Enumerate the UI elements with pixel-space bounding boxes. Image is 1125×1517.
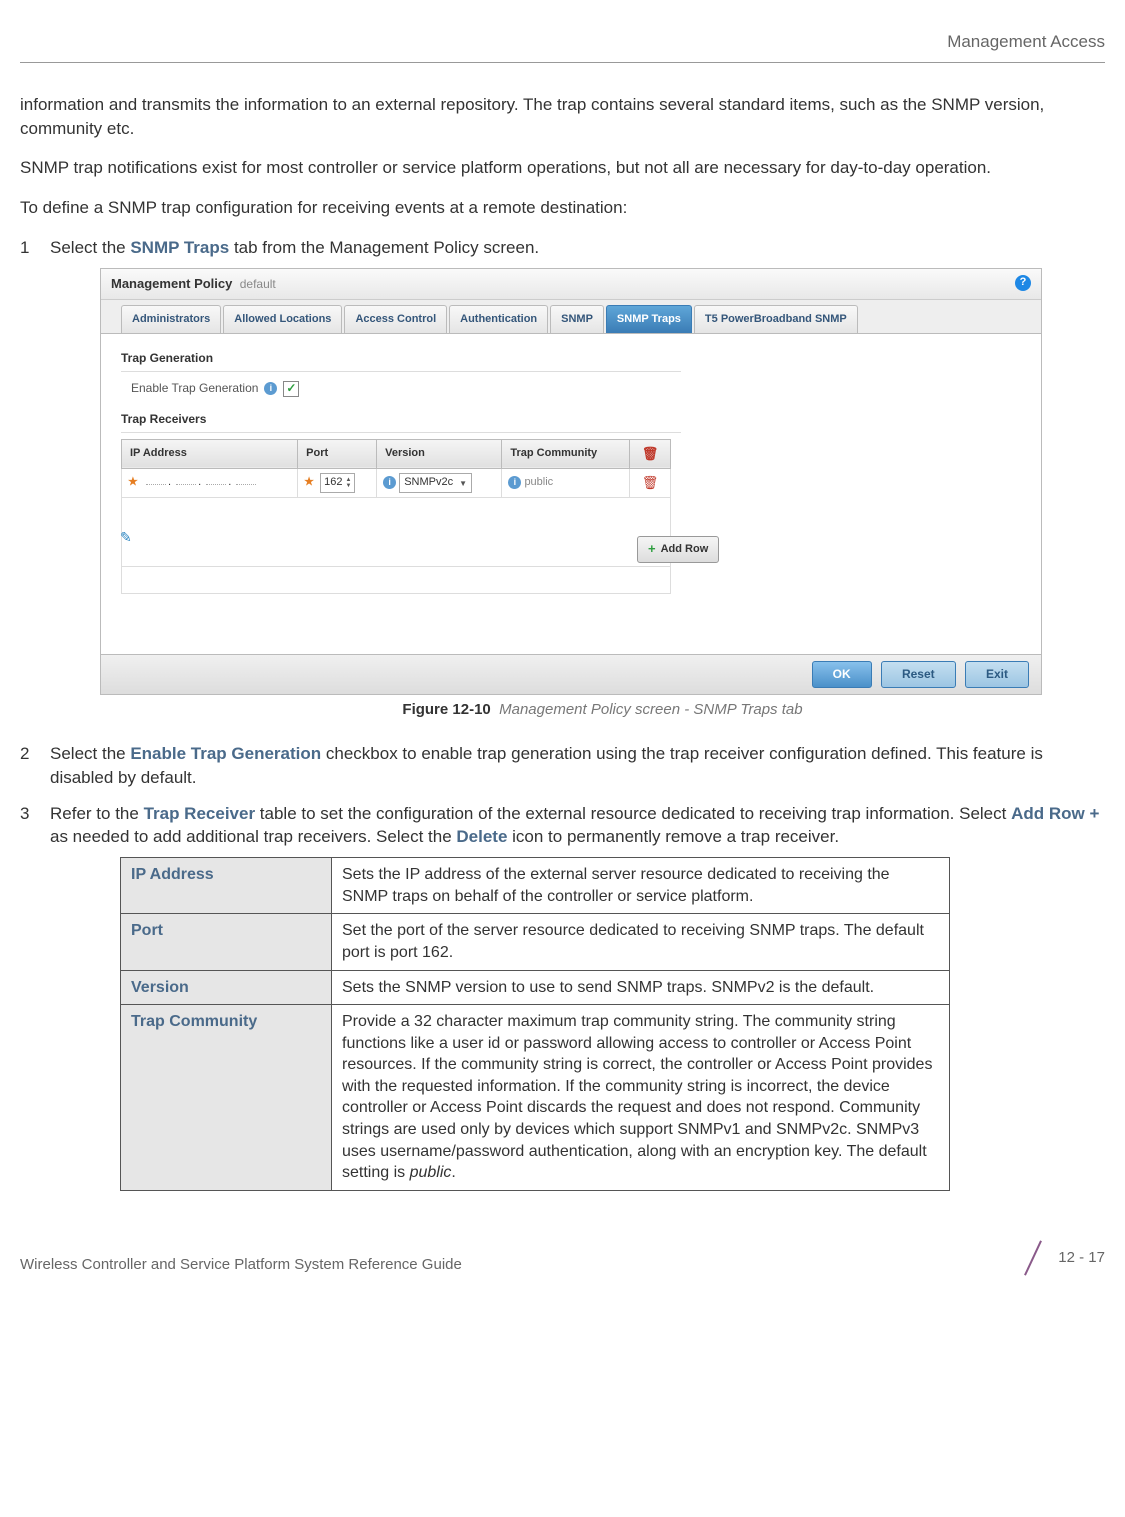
step-3-bold-3: Delete (456, 827, 507, 846)
tab-snmp-traps[interactable]: SNMP Traps (606, 305, 692, 333)
col-version[interactable]: Version (377, 439, 502, 468)
exit-button[interactable]: Exit (965, 661, 1029, 688)
reset-button[interactable]: Reset (881, 661, 956, 688)
param-community-desc: Provide a 32 character maximum trap comm… (332, 1005, 950, 1191)
step-1-bold: SNMP Traps (130, 238, 229, 257)
ip-octet-4[interactable] (236, 484, 256, 485)
tab-allowed-locations[interactable]: Allowed Locations (223, 305, 342, 333)
table-row[interactable]: ★ . . . ★ 162▲▼ i SNMPv2c (122, 469, 671, 498)
enable-trap-label: Enable Trap Generation (131, 380, 258, 397)
trap-receivers-table: IP Address Port Version Trap Community 🗑… (121, 439, 671, 594)
tab-t5-powerbroadband[interactable]: T5 PowerBroadband SNMP (694, 305, 858, 333)
ok-button[interactable]: OK (812, 661, 872, 688)
header-section-title: Management Access (20, 30, 1105, 54)
tab-administrators[interactable]: Administrators (121, 305, 221, 333)
page-footer: Wireless Controller and Service Platform… (20, 1241, 1105, 1275)
step-3-bold-2: Add Row + (1011, 804, 1099, 823)
step-1-number: 1 (20, 236, 38, 730)
plus-icon: + (648, 540, 656, 558)
trap-generation-label: Trap Generation (121, 350, 1021, 367)
param-version-label: Version (121, 970, 332, 1005)
param-version-desc: Sets the SNMP version to use to send SNM… (332, 970, 950, 1005)
info-icon[interactable]: i (508, 476, 521, 489)
port-spinner[interactable]: 162▲▼ (320, 473, 355, 492)
required-icon: ★ (128, 476, 138, 488)
col-delete: 🗑 (630, 439, 671, 468)
figure-caption-text: Management Policy screen - SNMP Traps ta… (499, 701, 802, 718)
tab-snmp[interactable]: SNMP (550, 305, 604, 333)
paragraph-1: information and transmits the informatio… (20, 93, 1105, 141)
add-row-button[interactable]: +Add Row (637, 536, 719, 562)
step-3-number: 3 (20, 802, 38, 1191)
step-2-bold: Enable Trap Generation (130, 744, 321, 763)
figure-number: Figure 12-10 (402, 701, 490, 718)
panel-title: Management Policy (111, 276, 232, 291)
step-2-text-pre: Select the (50, 744, 130, 763)
step-3-post: icon to permanently remove a trap receiv… (507, 827, 839, 846)
tab-bar: Administrators Allowed Locations Access … (101, 300, 1041, 334)
col-community[interactable]: Trap Community (502, 439, 630, 468)
edit-icon[interactable]: ✎ (120, 528, 132, 548)
footer-slash-icon (1016, 1241, 1050, 1275)
col-ip[interactable]: IP Address (122, 439, 298, 468)
enable-trap-checkbox[interactable]: ✓ (283, 381, 299, 397)
step-1-text-post: tab from the Management Policy screen. (229, 238, 539, 257)
col-port[interactable]: Port (298, 439, 377, 468)
step-2-number: 2 (20, 742, 38, 790)
figure-caption: Figure 12-10 Management Policy screen - … (100, 699, 1105, 720)
help-icon[interactable]: ? (1015, 275, 1031, 291)
paragraph-2: SNMP trap notifications exist for most c… (20, 156, 1105, 180)
dialog-footer: OK Reset Exit (101, 654, 1041, 694)
step-3-text-pre: Refer to the (50, 804, 144, 823)
footer-page-number: 12 - 17 (1058, 1247, 1105, 1268)
version-dropdown[interactable]: SNMPv2c▼ (399, 473, 472, 492)
trap-receivers-label: Trap Receivers (121, 411, 1021, 428)
parameter-table: IP Address Sets the IP address of the ex… (120, 857, 950, 1191)
ip-octet-1[interactable] (146, 484, 166, 485)
panel-subtitle: default (240, 277, 276, 291)
ip-octet-2[interactable] (176, 484, 196, 485)
community-value[interactable]: public (524, 476, 553, 488)
param-port-label: Port (121, 914, 332, 970)
panel-title-bar: Management Policy default ? (101, 269, 1041, 300)
info-icon[interactable]: i (264, 382, 277, 395)
paragraph-3: To define a SNMP trap configuration for … (20, 196, 1105, 220)
step-3: 3 Refer to the Trap Receiver table to se… (20, 802, 1105, 1191)
delete-row-icon[interactable]: 🗑 (642, 475, 659, 490)
ip-octet-3[interactable] (206, 484, 226, 485)
param-ip-desc: Sets the IP address of the external serv… (332, 858, 950, 914)
tab-authentication[interactable]: Authentication (449, 305, 548, 333)
step-3-mid-2: as needed to add additional trap receive… (50, 827, 456, 846)
step-3-bold-1: Trap Receiver (144, 804, 256, 823)
tab-access-control[interactable]: Access Control (344, 305, 447, 333)
trash-icon: 🗑 (642, 446, 659, 461)
header-rule (20, 62, 1105, 63)
figure-screenshot: Management Policy default ? Administrato… (100, 268, 1042, 695)
required-icon: ★ (304, 476, 314, 488)
step-2: 2 Select the Enable Trap Generation chec… (20, 742, 1105, 790)
param-ip-label: IP Address (121, 858, 332, 914)
step-1: 1 Select the SNMP Traps tab from the Man… (20, 236, 1105, 730)
info-icon[interactable]: i (383, 476, 396, 489)
step-1-text-pre: Select the (50, 238, 130, 257)
step-3-mid-1: table to set the configuration of the ex… (255, 804, 1011, 823)
param-community-label: Trap Community (121, 1005, 332, 1191)
param-port-desc: Set the port of the server resource dedi… (332, 914, 950, 970)
footer-guide-name: Wireless Controller and Service Platform… (20, 1254, 462, 1275)
